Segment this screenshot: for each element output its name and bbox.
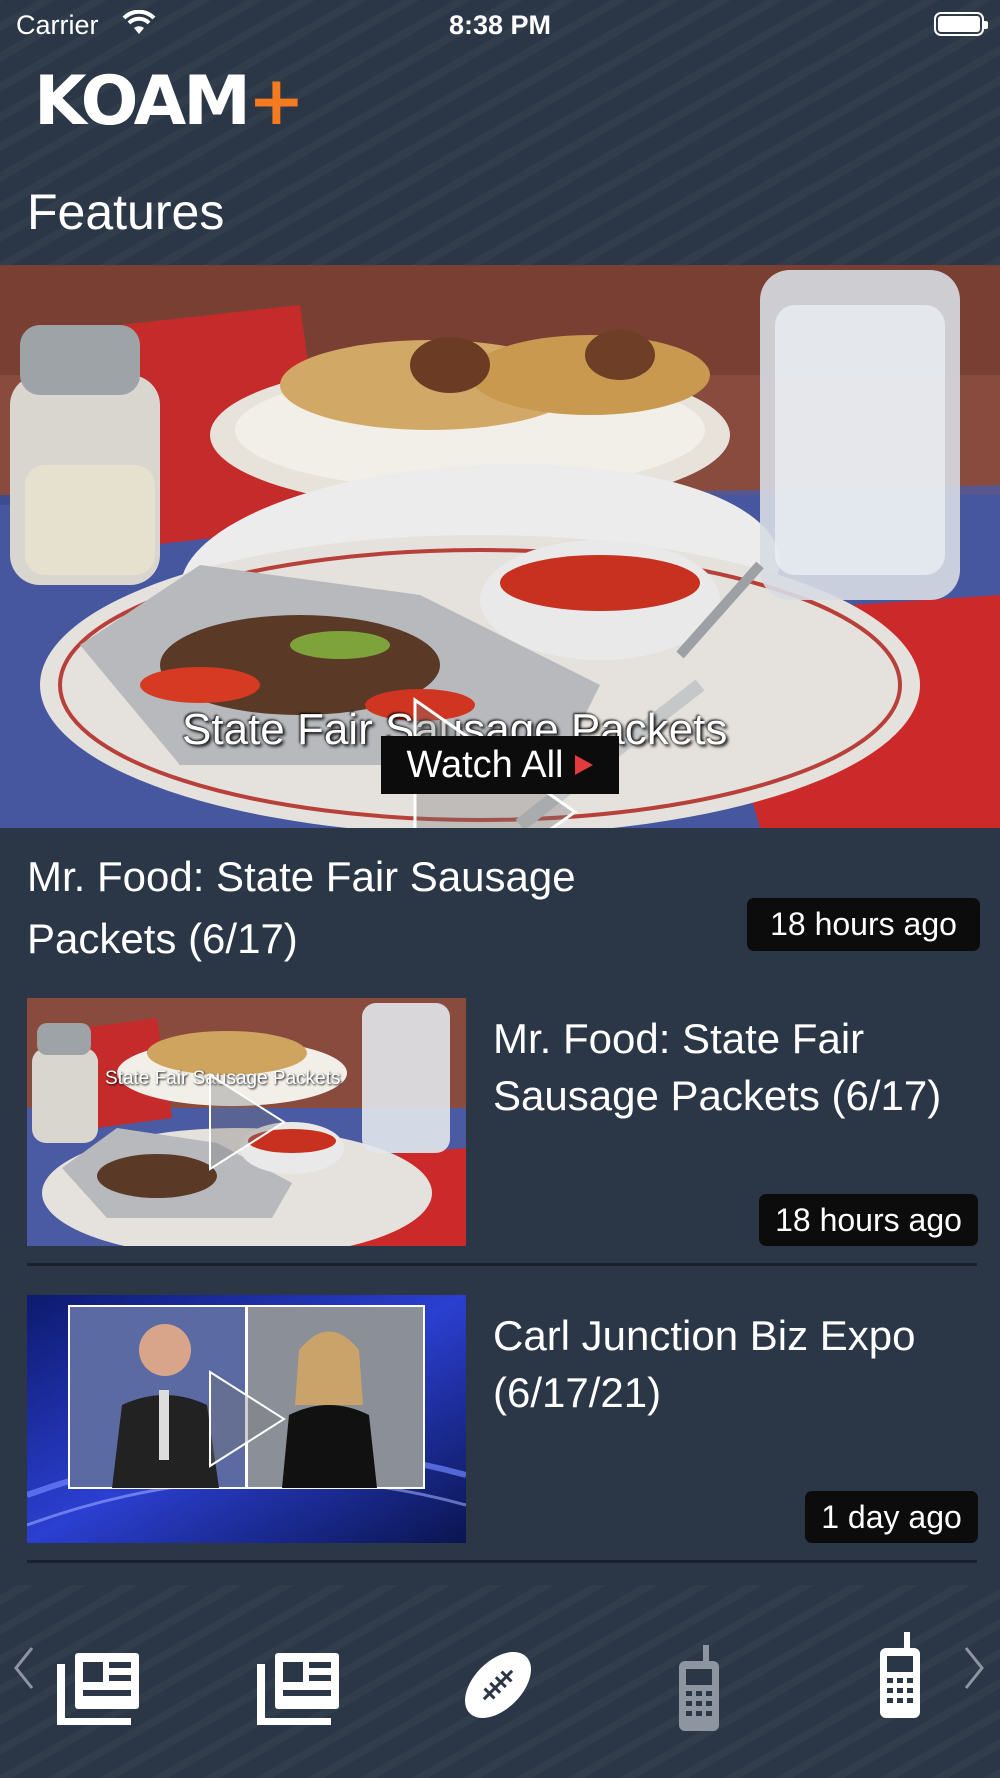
status-bar: Carrier 8:38 PM [0, 0, 1000, 50]
time-badge: 18 hours ago [759, 1194, 978, 1246]
watch-all-button[interactable]: Watch All [381, 736, 619, 794]
tab-phone-icon[interactable] [878, 1632, 922, 1720]
featured-time-badge: 18 hours ago [747, 898, 980, 951]
tab-news-icon[interactable] [257, 1650, 343, 1725]
header: Carrier 8:38 PM KOAM+ Features [0, 0, 1000, 265]
divider [27, 1560, 977, 1563]
chevron-left-icon[interactable] [12, 1645, 36, 1691]
chevron-right-icon[interactable] [962, 1645, 986, 1691]
featured-video-title[interactable]: Mr. Food: State Fair Sausage Packets (6/… [27, 846, 667, 970]
tab-football-icon[interactable] [458, 1645, 538, 1725]
status-time: 8:38 PM [448, 10, 552, 40]
divider [27, 1263, 977, 1266]
play-icon[interactable] [207, 1369, 287, 1469]
time-badge: 1 day ago [805, 1491, 978, 1543]
tab-phone-icon[interactable] [677, 1645, 721, 1733]
tab-news-icon[interactable] [57, 1650, 143, 1725]
logo-text: KOAM [34, 62, 251, 141]
video-title[interactable]: Mr. Food: State Fair Sausage Packets (6/… [493, 1010, 963, 1124]
watch-all-label: Watch All [406, 743, 564, 786]
video-thumbnail [27, 1295, 466, 1543]
video-thumbnail: State Fair Sausage Packets [27, 998, 466, 1246]
video-title[interactable]: Carl Junction Biz Expo (6/17/21) [493, 1307, 963, 1421]
play-triangle-icon [575, 755, 594, 775]
page-title: Features [27, 184, 225, 240]
list-item[interactable]: Carl Junction Biz Expo (6/17/21) 1 day a… [27, 1295, 978, 1591]
logo-plus: + [247, 62, 305, 141]
battery-icon [934, 12, 988, 36]
list-item[interactable]: State Fair Sausage Packets Mr. Food: Sta… [27, 998, 978, 1294]
koam-logo: KOAM+ [34, 68, 305, 136]
play-icon[interactable] [207, 1072, 287, 1172]
